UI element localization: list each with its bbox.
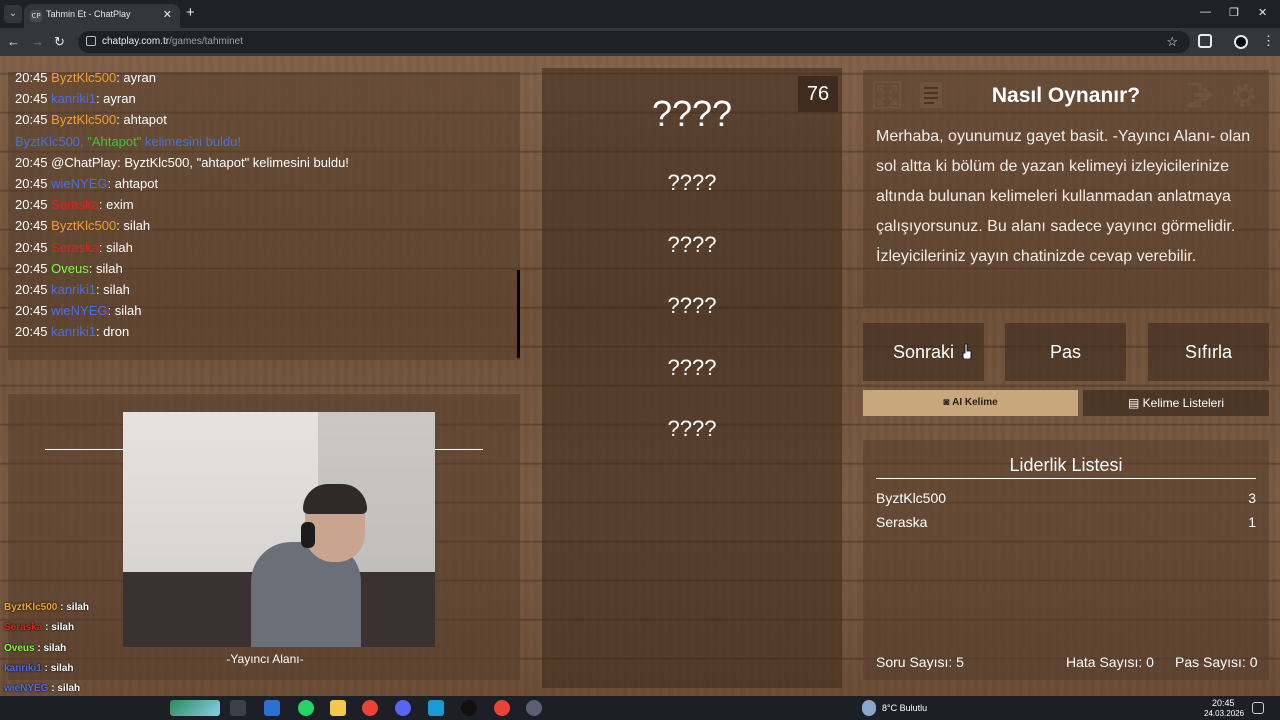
- clipboard-icon: ▤: [1127, 396, 1140, 410]
- how-to-play-title: Nasıl Oynanır?: [991, 84, 1141, 107]
- error-count: Hata Sayısı: 0: [1066, 654, 1154, 670]
- chat-message: 20:45 @ChatPlay: ByztKlc500, "ahtapot" k…: [15, 154, 349, 170]
- overlay-chat-message: kanriki1 : silah: [4, 662, 74, 674]
- clock-time[interactable]: 20:45: [1212, 698, 1235, 708]
- chat-message: 20:45 ByztKlc500: silah: [15, 218, 151, 234]
- site-info-icon[interactable]: [86, 36, 96, 46]
- profile-avatar[interactable]: [1234, 35, 1248, 49]
- clock-date[interactable]: 24.03.2026: [1204, 709, 1244, 718]
- notes-icon[interactable]: [916, 80, 946, 110]
- task-view-icon[interactable]: [230, 700, 246, 716]
- weather-text[interactable]: 8°C Bulutlu: [882, 703, 927, 713]
- chrome-active-icon[interactable]: [494, 700, 510, 716]
- tab-favicon-icon: CP: [30, 10, 42, 22]
- tab-search-menu-icon[interactable]: ⌄: [4, 5, 22, 23]
- file-explorer-icon[interactable]: [330, 700, 346, 716]
- overlay-chat-message: wieNYEG : silah: [4, 683, 81, 695]
- back-icon[interactable]: ←: [7, 34, 20, 50]
- word-lists-button[interactable]: ▤ Kelime Listeleri: [1083, 390, 1269, 416]
- fullscreen-icon[interactable]: [872, 80, 902, 110]
- chat-message: 20:45 wieNYEG: ahtapot: [15, 176, 159, 191]
- forbidden-word: ????: [667, 170, 717, 195]
- browser-tab-bar: ⌄ CP Tahmin Et - ChatPlay ✕ + — ❐ ✕: [0, 0, 1280, 28]
- forward-icon[interactable]: →: [31, 34, 44, 50]
- divider-right: [435, 449, 483, 450]
- chat-message: 20:45 Seraska: silah: [15, 239, 133, 255]
- widgets-icon[interactable]: [170, 700, 220, 716]
- app-icon-3[interactable]: [526, 700, 542, 716]
- leaderboard-title: Liderlik Listesi: [1009, 455, 1123, 475]
- chat-message: 20:45 wieNYEG: silah: [15, 303, 142, 319]
- app-icon-2[interactable]: [428, 700, 444, 716]
- overlay-chat-message: Seraska : silah: [4, 622, 75, 634]
- leaderboard-row: ByztKlc500 3: [876, 490, 1256, 506]
- chat-message: 20:45 ByztKlc500: ahtapot: [15, 112, 167, 128]
- minimize-icon[interactable]: —: [1200, 6, 1211, 18]
- streamer-area-label: -Yayıncı Alanı-: [226, 652, 304, 666]
- leaderboard-panel: [863, 440, 1269, 680]
- robot-icon: ◙: [943, 397, 950, 408]
- settings-gear-icon[interactable]: [1229, 80, 1259, 110]
- exit-icon[interactable]: [1184, 80, 1214, 110]
- bookmark-star-icon[interactable]: ☆: [1166, 34, 1178, 50]
- url-bar[interactable]: chatplay.com.tr/games/tahminet ☆: [78, 31, 1190, 53]
- chat-message: ByztKlc500, "Ahtapot" kelimesini buldu!: [15, 133, 242, 149]
- app-icon[interactable]: [264, 700, 280, 716]
- chat-message: 20:45 kanriki1: silah: [15, 282, 130, 297]
- chat-message: 20:45 ByztKlc500: ayran: [15, 70, 156, 85]
- chrome-icon[interactable]: [362, 700, 378, 716]
- forbidden-word: ????: [667, 293, 717, 318]
- chat-message: 20:45 Seraska: exim: [15, 197, 134, 213]
- target-word: ????: [651, 93, 733, 134]
- weather-icon[interactable]: [862, 700, 876, 716]
- pass-button[interactable]: Pas: [1005, 323, 1126, 381]
- ai-word-button[interactable]: ◙ AI Kelime: [863, 390, 1078, 416]
- how-to-play-text: Merhaba, oyunumuz gayet basit. -Yayıncı …: [876, 128, 1251, 265]
- leaderboard-divider: [876, 478, 1256, 479]
- forbidden-word: ????: [667, 416, 717, 441]
- obs-icon[interactable]: [461, 700, 477, 716]
- leaderboard-row: Seraska 1: [876, 514, 1256, 530]
- chat-message: 20:45 kanriki1: dron: [15, 324, 130, 340]
- divider-left: [45, 449, 123, 450]
- browser-tab[interactable]: CP Tahmin Et - ChatPlay ✕: [24, 4, 180, 28]
- restore-icon[interactable]: ❐: [1229, 6, 1239, 19]
- question-count: Soru Sayısı: 5: [876, 654, 964, 670]
- address-bar-row: ← → ↻ chatplay.com.tr/games/tahminet ☆: [0, 28, 1280, 56]
- forbidden-word: ????: [667, 231, 717, 257]
- reset-button[interactable]: Sıfırla: [1148, 323, 1269, 381]
- chat-scrollbar[interactable]: [517, 270, 520, 358]
- overlay-chat-message: ByztKlc500 : silah: [4, 602, 90, 613]
- whatsapp-icon[interactable]: [298, 700, 314, 716]
- notification-icon[interactable]: [1252, 702, 1264, 714]
- url-text: chatplay.com.tr/games/tahminet: [102, 36, 243, 47]
- chat-message: 20:45 Oveus: silah: [15, 260, 123, 276]
- tab-title: Tahmin Et - ChatPlay: [46, 9, 131, 19]
- window-close-icon[interactable]: ✕: [1258, 6, 1267, 19]
- overlay-chat-message: Oveus : silah: [4, 642, 67, 654]
- hand-cursor-icon: [962, 343, 972, 359]
- browser-menu-icon[interactable]: ⋮: [1262, 33, 1275, 49]
- new-tab-icon[interactable]: +: [186, 5, 195, 21]
- timer-display: 76: [798, 76, 838, 112]
- webcam-feed: [123, 412, 435, 647]
- discord-icon[interactable]: [395, 700, 411, 716]
- chat-message: 20:45 kanriki1: ayran: [15, 91, 136, 107]
- extensions-icon[interactable]: [1198, 34, 1212, 48]
- pass-count: Pas Sayısı: 0: [1175, 654, 1258, 670]
- forbidden-word: ????: [667, 354, 717, 380]
- reload-icon[interactable]: ↻: [54, 34, 65, 50]
- tab-close-icon[interactable]: ✕: [163, 8, 172, 21]
